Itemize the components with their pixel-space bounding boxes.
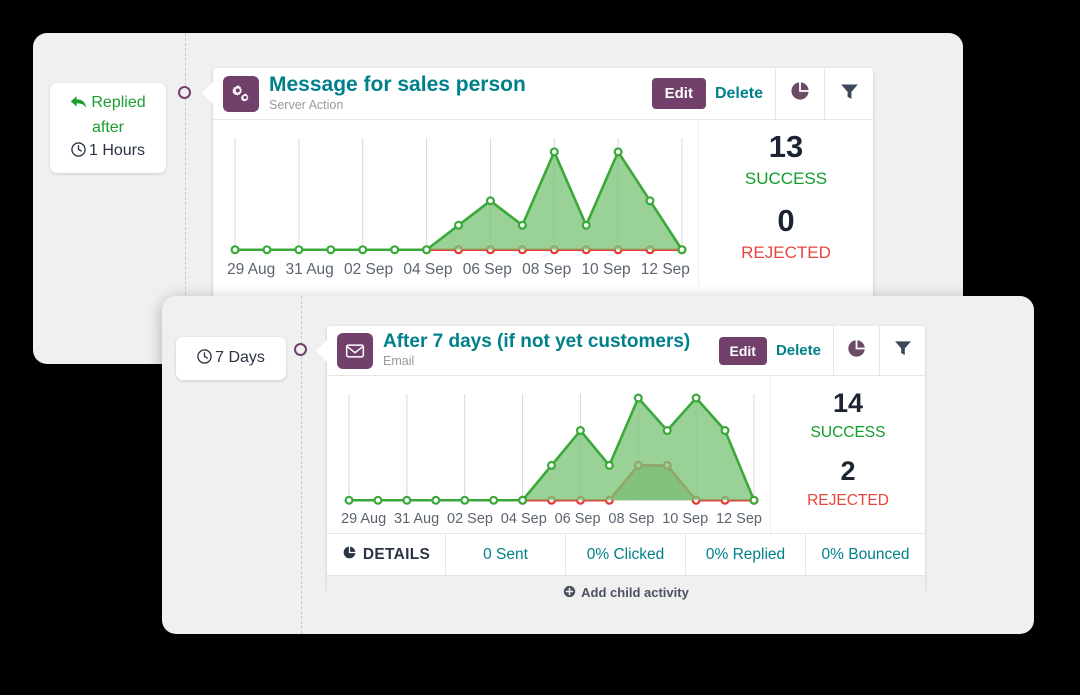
card-actions-top: Edit Delete: [650, 68, 775, 119]
chart-x-axis-labels-2: 29 Aug 31 Aug 02 Sep 04 Sep 06 Sep 08 Sep 10 S…: [341, 510, 762, 527]
timeline-node-top[interactable]: [178, 86, 191, 99]
delay-badge-text-3: 1 Hours: [89, 142, 145, 159]
pie-chart-icon: [846, 338, 867, 364]
chart-area-1: 29 Aug 31 Aug 02 Sep 04 Sep 06 Sep 08 Sep 10 S…: [213, 120, 698, 285]
stat-success-2: 14 SUCCESS: [811, 390, 886, 442]
card-titles-bottom: After 7 days (if not yet customers) Emai…: [383, 332, 712, 369]
filter-button-2[interactable]: [879, 326, 925, 375]
screenshot-root: Replied after 1 Hours: [0, 0, 1080, 695]
chart-x-tick: 31 Aug: [286, 261, 334, 279]
success-label-2: SUCCESS: [811, 424, 886, 442]
details-metric-cell[interactable]: 0 Sent: [445, 534, 565, 575]
server-gears-icon: [223, 76, 259, 112]
card-titles-top: Message for sales person Server Action: [269, 74, 645, 113]
rejected-count-1: 0: [741, 205, 831, 236]
card-pointer-arrow: [316, 340, 327, 362]
pie-chart-icon: [342, 545, 357, 565]
filter-button-1[interactable]: [824, 68, 873, 119]
envelope-icon: [337, 333, 373, 369]
delay-badge-line-3: 1 Hours: [62, 139, 154, 164]
delay-badge-replied-after[interactable]: Replied after 1 Hours: [50, 83, 166, 173]
card-header-main-top: Message for sales person Server Action: [213, 68, 654, 119]
rejected-count-2: 2: [807, 458, 889, 485]
details-button[interactable]: DETAILS: [327, 534, 445, 575]
delay-badge-text-1: Replied: [91, 94, 145, 111]
chart-x-tick: 02 Sep: [447, 511, 493, 527]
chart-x-tick: 12 Sep: [716, 511, 762, 527]
card-body-bottom: 29 Aug 31 Aug 02 Sep 04 Sep 06 Sep 08 Sep 10 S…: [327, 376, 925, 533]
chart-x-tick: 02 Sep: [344, 261, 393, 279]
activity-card-server-action: Message for sales person Server Action E…: [213, 68, 873, 300]
chart-x-axis-labels-1: 29 Aug 31 Aug 02 Sep 04 Sep 06 Sep 08 Sep 10 S…: [227, 260, 690, 279]
page-title-activity-2: After 7 days (if not yet customers): [383, 332, 712, 352]
delay-badge-line-1: Replied: [62, 91, 154, 116]
details-label: DETAILS: [363, 546, 430, 564]
details-metric-cell[interactable]: 0% Clicked: [565, 534, 685, 575]
pie-chart-button-1[interactable]: [775, 68, 824, 119]
chart-x-tick: 10 Sep: [581, 261, 630, 279]
stat-success-1: 13 SUCCESS: [745, 131, 827, 189]
delay-badge-line-3b: 7 Days: [186, 346, 276, 371]
card-header-bottom: After 7 days (if not yet customers) Emai…: [327, 326, 925, 376]
chart-x-tick: 31 Aug: [394, 511, 439, 527]
pie-chart-button-2[interactable]: [833, 326, 879, 375]
card-body-top: 29 Aug 31 Aug 02 Sep 04 Sep 06 Sep 08 Sep 10 S…: [213, 120, 873, 285]
details-metric-cell[interactable]: 0% Replied: [685, 534, 805, 575]
reply-arrow-icon: [70, 93, 87, 116]
filter-icon: [893, 338, 913, 363]
delete-button-2[interactable]: Delete: [776, 342, 821, 359]
activity-type-label-1: Server Action: [269, 98, 645, 113]
success-label-1: SUCCESS: [745, 169, 827, 189]
rejected-label-2: REJECTED: [807, 492, 889, 510]
page-title-activity-1: Message for sales person: [269, 74, 645, 96]
chart-x-tick: 12 Sep: [641, 261, 690, 279]
delay-badge-text-3b: 7 Days: [215, 349, 265, 366]
activity-chart-2: [341, 390, 762, 510]
edit-button-1[interactable]: Edit: [652, 78, 706, 109]
chart-x-tick: 29 Aug: [227, 261, 275, 279]
stat-rejected-1: 0 REJECTED: [741, 205, 831, 263]
clock-icon: [71, 141, 86, 164]
activity-chart-1: [227, 134, 690, 260]
chart-x-tick: 04 Sep: [403, 261, 452, 279]
delay-badge-7-days[interactable]: 7 Days: [176, 337, 286, 380]
chart-x-tick: 06 Sep: [463, 261, 512, 279]
delay-badge-line-2: after: [62, 116, 154, 139]
activity-type-label-2: Email: [383, 354, 712, 369]
chart-x-tick: 08 Sep: [522, 261, 571, 279]
plus-circle-icon: [563, 585, 576, 601]
chart-x-tick: 29 Aug: [341, 511, 386, 527]
success-count-2: 14: [811, 390, 886, 417]
add-child-activity-button[interactable]: Add child activity: [327, 575, 925, 609]
activity-card-email: After 7 days (if not yet customers) Emai…: [327, 326, 925, 592]
stat-rejected-2: 2 REJECTED: [807, 458, 889, 510]
card-actions-bottom: Edit Delete: [717, 326, 833, 375]
filter-icon: [839, 81, 860, 107]
rejected-label-1: REJECTED: [741, 243, 831, 263]
delete-button-1[interactable]: Delete: [715, 85, 763, 103]
chart-x-tick: 04 Sep: [501, 511, 547, 527]
chart-x-tick: 08 Sep: [608, 511, 654, 527]
card-pointer-arrow: [202, 82, 213, 104]
edit-button-2[interactable]: Edit: [719, 337, 767, 365]
card-header-top: Message for sales person Server Action E…: [213, 68, 873, 120]
stats-panel-1: 13 SUCCESS 0 REJECTED: [698, 120, 873, 285]
stats-panel-2: 14 SUCCESS 2 REJECTED: [770, 376, 925, 533]
details-metric-cell[interactable]: 0% Bounced: [805, 534, 925, 575]
details-metrics-row: DETAILS 0 Sent0% Clicked0% Replied0% Bou…: [327, 533, 925, 575]
add-child-activity-label: Add child activity: [581, 585, 689, 600]
chart-x-tick: 06 Sep: [555, 511, 601, 527]
chart-area-2: 29 Aug 31 Aug 02 Sep 04 Sep 06 Sep 08 Sep 10 S…: [327, 376, 770, 533]
success-count-1: 13: [745, 131, 827, 162]
chart-x-tick: 10 Sep: [662, 511, 708, 527]
clock-icon: [197, 348, 212, 371]
timeline-node-bottom[interactable]: [294, 343, 307, 356]
card-header-main-bottom: After 7 days (if not yet customers) Emai…: [327, 326, 721, 375]
pie-chart-icon: [789, 80, 811, 107]
